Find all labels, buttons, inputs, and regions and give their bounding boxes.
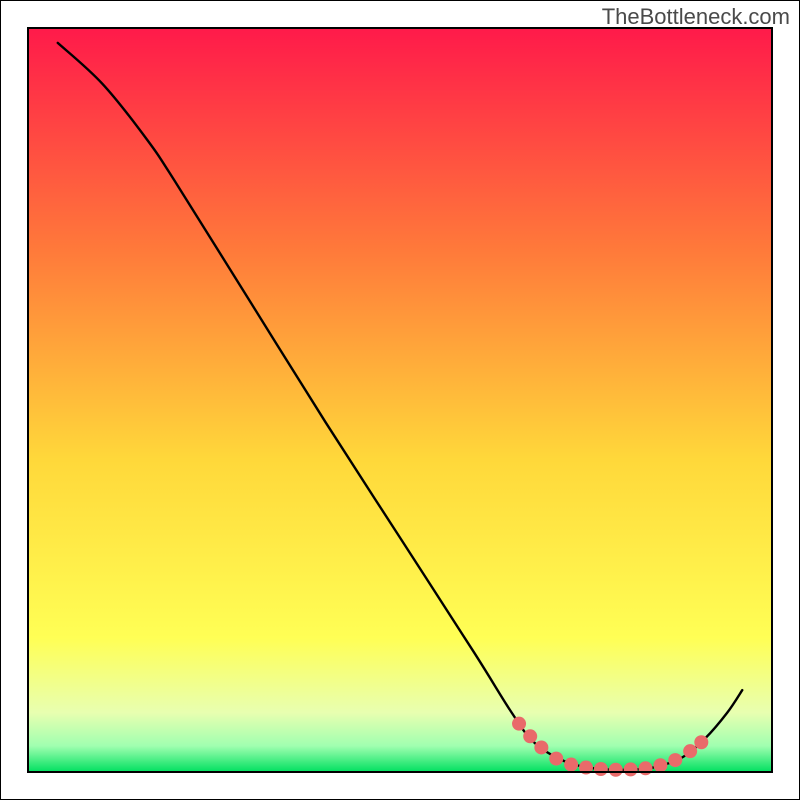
marker-point <box>534 740 548 754</box>
marker-point <box>523 729 537 743</box>
marker-point <box>639 761 653 775</box>
plot-background <box>28 28 772 772</box>
chart-svg <box>0 0 800 800</box>
marker-point <box>694 735 708 749</box>
marker-point <box>683 744 697 758</box>
marker-point <box>594 762 608 776</box>
bottleneck-chart: TheBottleneck.com <box>0 0 800 800</box>
marker-point <box>624 762 638 776</box>
marker-point <box>549 752 563 766</box>
marker-point <box>668 753 682 767</box>
marker-point <box>564 758 578 772</box>
marker-point <box>609 763 623 777</box>
watermark-text: TheBottleneck.com <box>602 4 790 30</box>
marker-point <box>653 758 667 772</box>
marker-point <box>512 717 526 731</box>
